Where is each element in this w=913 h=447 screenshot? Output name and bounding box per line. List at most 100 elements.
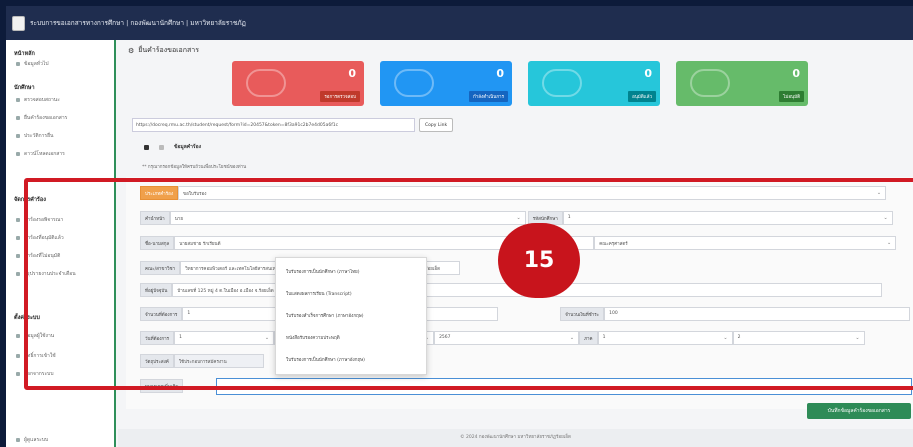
request-type-label: ประเภทคำร้อง xyxy=(140,186,179,200)
chevron-down-icon: ⌄ xyxy=(264,335,270,341)
stat-card-approved[interactable]: 0 อนุมัติแล้ว xyxy=(528,61,660,106)
stat-value: 0 xyxy=(644,67,652,80)
tab-icon[interactable] xyxy=(159,144,164,150)
chevron-down-icon: ⌄ xyxy=(855,335,860,341)
x-icon xyxy=(16,254,20,258)
sidebar-item-request[interactable]: ยื่นคำร้องขอเอกสาร xyxy=(16,114,67,122)
dropdown-option[interactable]: หนังสือรับรองความประพฤติ xyxy=(286,334,340,341)
stat-value: 0 xyxy=(348,67,356,80)
stat-card-pending[interactable]: 0 รอการตรวจสอบ xyxy=(232,61,364,106)
stat-label: อนุมัติแล้ว xyxy=(628,91,656,102)
dropdown-option[interactable]: ใบรับรองการเป็นนักศึกษา (ภาษาไทย) xyxy=(286,268,359,275)
year-select[interactable]: 2567 ⌄ xyxy=(434,331,580,345)
prefix-label: คำนำหน้า xyxy=(140,211,170,225)
stat-card-rejected[interactable]: 0 ไม่อนุมัติ xyxy=(676,61,808,106)
purpose-field[interactable]: ใช้ประกอบการสมัครงาน xyxy=(173,354,264,368)
page-title: ยื่นคำร้องขอเอกสาร xyxy=(138,46,199,54)
student-code-select[interactable]: 1 ⌄ xyxy=(562,211,893,225)
form-tabs: ข้อมูลคำร้อง xyxy=(144,143,201,151)
prefix-select[interactable]: นาย ⌄ xyxy=(169,211,526,225)
users-icon xyxy=(246,69,286,97)
sidebar-item-status[interactable]: ตรวจสอบสถานะ xyxy=(16,96,60,104)
dropdown-option[interactable]: ใบแสดงผลการเรียน (Transcript) xyxy=(286,290,352,297)
chevron-down-icon: ⌄ xyxy=(886,240,892,246)
document-icon xyxy=(394,69,434,97)
copy-link-button[interactable]: Copy Link xyxy=(419,118,454,132)
dropdown-option[interactable]: ใบรับรองการเป็นนักศึกษา (ภาษาอังกฤษ) xyxy=(286,356,365,363)
sidebar-item-report[interactable]: สรุปรายงานประจำเดือน xyxy=(16,270,76,278)
stat-label: กำลังดำเนินการ xyxy=(468,91,508,102)
stat-card-inprogress[interactable]: 0 กำลังดำเนินการ xyxy=(380,61,512,106)
address-label: ที่อยู่ปัจจุบัน xyxy=(140,283,173,297)
chevron-down-icon: ⌄ xyxy=(569,335,575,341)
amount-field[interactable]: 100 xyxy=(604,307,910,321)
row-purpose: วัตถุประสงค์ ใช้ประกอบการสมัครงาน xyxy=(140,353,910,369)
top-navbar: ระบบการขอเอกสารทางการศึกษา | กองพัฒนานัก… xyxy=(6,6,913,40)
sidebar-section-home: หน้าหลัก xyxy=(14,51,35,57)
tab-icon-active[interactable] xyxy=(144,144,149,150)
note-textarea[interactable] xyxy=(216,378,912,395)
sidebar-item-pending[interactable]: คำร้องรอพิจารณา xyxy=(16,216,63,224)
purpose-label: วัตถุประสงค์ xyxy=(140,354,174,368)
stat-label: รอการตรวจสอบ xyxy=(320,91,360,102)
chevron-down-icon: ⌄ xyxy=(723,335,728,341)
sidebar-section-student: นักศึกษา xyxy=(14,85,35,91)
stat-label: ไม่อนุมัติ xyxy=(779,91,804,102)
search-icon xyxy=(16,98,20,102)
stat-value: 0 xyxy=(496,67,504,80)
sidebar-section-settings: ตั้งค่าระบบ xyxy=(14,315,40,321)
admin-icon xyxy=(16,438,20,442)
check-icon xyxy=(542,69,582,97)
tab-request-info[interactable]: ข้อมูลคำร้อง xyxy=(174,143,201,151)
chevron-down-icon: ⌄ xyxy=(516,215,521,221)
sidebar-item-approved[interactable]: คำร้องที่อนุมัติแล้ว xyxy=(16,234,64,242)
history-icon xyxy=(16,134,20,138)
amount-label: จำนวนเงินที่ชำระ xyxy=(560,307,605,321)
user-icon xyxy=(690,69,730,97)
note-label: หมายเหตุเพิ่มเติม xyxy=(140,379,184,393)
sidebar-item-users[interactable]: ข้อมูลผู้ใช้งาน xyxy=(16,332,54,340)
sidebar-item-download[interactable]: ดาวน์โหลดเอกสาร xyxy=(16,150,65,158)
share-link-row: https://docreq.rmu.ac.th/student/request… xyxy=(132,118,454,132)
extra-select[interactable]: 2 ⌄ xyxy=(732,331,865,345)
user-icon xyxy=(16,334,20,338)
save-request-button[interactable]: บันทึกข้อมูลคำร้องขอเอกสาร xyxy=(807,403,911,419)
row-copies: จำนวนที่ต้องการ 1 จำนวนเงินที่ชำระ 100 xyxy=(140,306,910,322)
chevron-down-icon: ⌄ xyxy=(883,215,888,221)
dropdown-option[interactable]: ใบรับรองสำเร็จการศึกษา (ภาษาอังกฤษ) xyxy=(286,312,364,319)
share-url-field[interactable]: https://docreq.rmu.ac.th/student/request… xyxy=(132,118,415,132)
sidebar-item-history[interactable]: ประวัติการยื่น xyxy=(16,132,53,140)
copies-label: จำนวนที่ต้องการ xyxy=(140,307,183,321)
row-date: วันที่ต้องการ 1⌄ มิถุนายน⌄ 2567⌄ ภาค 1⌄ … xyxy=(140,330,910,346)
sidebar-section-manage: จัดการคำร้อง xyxy=(14,197,46,203)
term-select[interactable]: 1 ⌄ xyxy=(597,331,733,345)
sidebar-item-overview[interactable]: ข้อมูลทั่วไป xyxy=(16,60,49,68)
request-type-select[interactable]: ขอใบรับรอง ⌄ xyxy=(178,186,887,200)
row-request-type: ประเภทคำร้อง ขอใบรับรอง ⌄ xyxy=(140,185,910,201)
edit-icon xyxy=(16,116,20,120)
date-label: วันที่ต้องการ xyxy=(140,331,175,345)
sidebar: หน้าหลัก ข้อมูลทั่วไป นักศึกษา ตรวจสอบสถ… xyxy=(6,40,116,447)
form-hint: ** กรุณากรอกข้อมูลให้ครบถ้วนเพื่อประโยชน… xyxy=(142,165,247,170)
name-label: ชื่อ-นามสกุล xyxy=(140,236,175,250)
clock-icon xyxy=(16,218,20,222)
report-icon xyxy=(16,272,20,276)
university-logo-icon xyxy=(12,15,25,31)
stat-value: 0 xyxy=(792,67,800,80)
lock-icon xyxy=(16,354,20,358)
faculty-label: คณะ/สาขาวิชา xyxy=(140,261,181,275)
step-badge: 15 xyxy=(498,223,580,298)
sidebar-item-rejected[interactable]: คำร้องที่ไม่อนุมัติ xyxy=(16,252,60,260)
chevron-down-icon: ⌄ xyxy=(876,190,882,196)
request-type-dropdown: ใบรับรองการเป็นนักศึกษา (ภาษาไทย) ใบแสดง… xyxy=(275,257,427,375)
sidebar-item-logout[interactable]: ออกจากระบบ xyxy=(16,370,54,378)
settings-icon: ⚙ xyxy=(128,46,135,55)
day-select[interactable]: 1 ⌄ xyxy=(174,331,275,345)
download-icon xyxy=(16,152,20,156)
row-note: หมายเหตุเพิ่มเติม xyxy=(140,378,220,394)
sidebar-item-permissions[interactable]: สิทธิ์การเข้าใช้ xyxy=(16,352,56,360)
page-footer: © 2024 กองพัฒนานักศึกษา มหาวิทยาลัยราชภั… xyxy=(118,429,913,447)
program-select[interactable]: คณะครุศาสตร์ ⌄ xyxy=(594,236,897,250)
sidebar-footer-user[interactable]: ผู้ดูแลระบบ xyxy=(16,436,48,444)
logout-icon xyxy=(16,372,20,376)
